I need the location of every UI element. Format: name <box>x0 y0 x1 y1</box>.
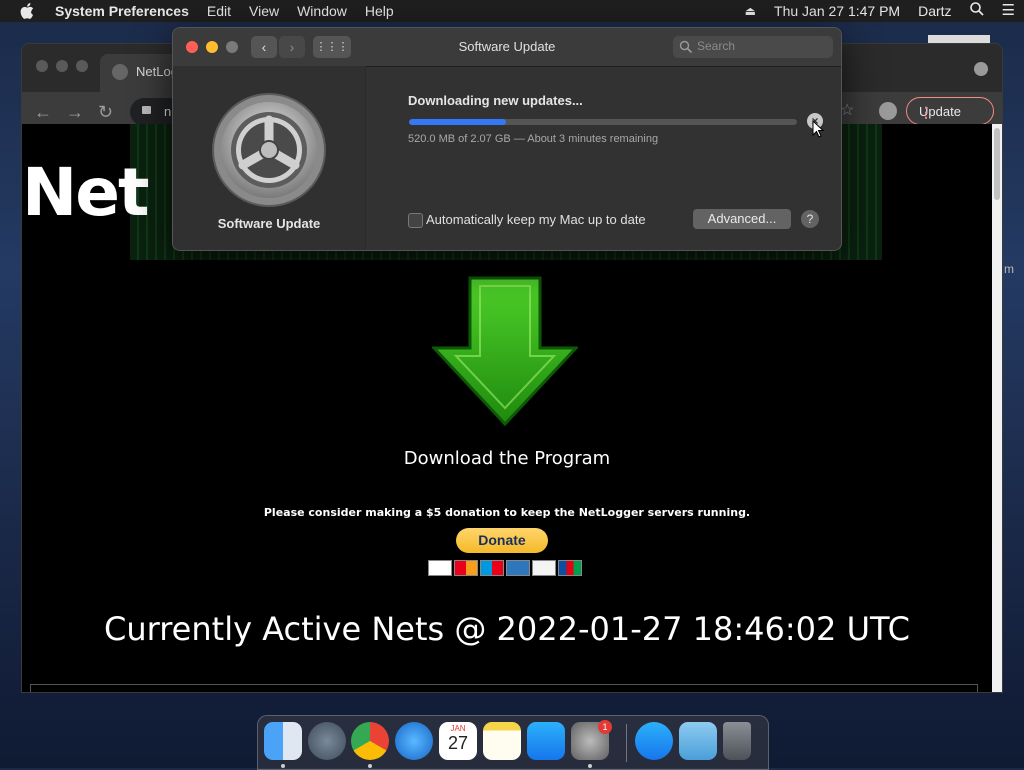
jcb-card-icon <box>558 560 582 576</box>
download-arrow-icon[interactable] <box>432 276 578 426</box>
system-preferences-running-indicator <box>588 764 592 768</box>
amex-card-icon <box>506 560 530 576</box>
address-text: n <box>164 104 172 119</box>
search-placeholder: Search <box>697 39 736 53</box>
minimize-window-button[interactable] <box>56 60 68 72</box>
menu-app-name[interactable]: System Preferences <box>46 0 198 22</box>
search-icon <box>679 40 693 54</box>
advanced-button[interactable]: Advanced... <box>693 209 791 229</box>
auto-update-checkbox[interactable] <box>408 213 423 228</box>
download-program-link[interactable]: Download the Program <box>22 448 992 469</box>
calendar-icon[interactable]: JAN 27 <box>439 722 477 760</box>
donate-button[interactable]: Donate <box>456 528 548 553</box>
scroll-thumb[interactable] <box>994 128 1000 200</box>
chrome-icon[interactable] <box>351 722 389 760</box>
eject-icon[interactable]: ⏏ <box>736 0 765 22</box>
download-progress-bar <box>409 119 797 125</box>
visa-card-icon <box>428 560 452 576</box>
menu-help[interactable]: Help <box>356 0 403 22</box>
software-update-window: ‹ › ⋮⋮⋮ Software Update Search Software … <box>172 27 842 251</box>
active-nets-table <box>30 684 978 692</box>
menu-user[interactable]: Dartz <box>909 0 960 22</box>
active-nets-heading: Currently Active Nets @ 2022-01-27 18:46… <box>104 610 910 648</box>
tab-favicon-icon <box>112 64 128 80</box>
download-detail: 520.0 MB of 2.07 GB — About 3 minutes re… <box>408 133 659 145</box>
safari-icon[interactable] <box>395 722 433 760</box>
bookmark-star-icon[interactable]: ☆ <box>840 101 854 121</box>
mastercard-icon <box>454 560 478 576</box>
downloads-folder-icon[interactable] <box>679 722 717 760</box>
app-store-installer-icon[interactable] <box>635 722 673 760</box>
profile-icon[interactable] <box>879 102 897 120</box>
calendar-day: 27 <box>447 733 469 753</box>
banner-logo: Net <box>22 154 150 231</box>
close-window-button[interactable] <box>36 60 48 72</box>
zoom-window-button[interactable] <box>76 60 88 72</box>
system-preferences-badge: 1 <box>598 720 612 734</box>
launchpad-icon[interactable] <box>308 722 346 760</box>
dock: JAN 27 1 <box>257 715 769 770</box>
trash-icon[interactable] <box>723 722 751 760</box>
menu-view[interactable]: View <box>240 0 288 22</box>
auto-update-label[interactable]: Automatically keep my Mac up to date <box>426 212 646 227</box>
gear-icon <box>212 93 326 207</box>
software-update-sidebar: Software Update <box>173 66 366 250</box>
back-icon[interactable]: ← <box>34 102 52 122</box>
spotlight-search-icon[interactable] <box>961 0 993 22</box>
discover-card-icon <box>532 560 556 576</box>
menu-bar: System Preferences Edit View Window Help… <box>0 0 1024 22</box>
lock-icon <box>142 106 151 114</box>
mouse-cursor-icon <box>812 120 824 138</box>
maestro-card-icon <box>480 560 504 576</box>
menu-clock[interactable]: Thu Jan 27 1:47 PM <box>765 0 909 22</box>
menu-window[interactable]: Window <box>288 0 356 22</box>
page-scrollbar[interactable] <box>992 124 1002 692</box>
progress-fill <box>409 119 506 125</box>
donation-message: Please consider making a $5 donation to … <box>263 506 751 519</box>
payment-cards <box>428 560 582 576</box>
finder-icon[interactable] <box>264 722 302 760</box>
software-update-titlebar: ‹ › ⋮⋮⋮ Software Update Search <box>173 28 841 67</box>
background-text-fragment: m <box>1004 262 1014 276</box>
menu-edit[interactable]: Edit <box>198 0 240 22</box>
apple-menu-icon[interactable] <box>20 3 34 19</box>
more-menu-icon: ⋮ <box>919 104 933 120</box>
forward-icon[interactable]: → <box>66 102 84 122</box>
help-button[interactable]: ? <box>801 210 819 228</box>
finder-running-indicator <box>281 764 285 768</box>
app-store-icon[interactable] <box>527 722 565 760</box>
download-status: Downloading new updates... <box>408 93 583 108</box>
dock-separator <box>626 724 627 762</box>
notes-icon[interactable] <box>483 722 521 760</box>
search-field[interactable]: Search <box>673 36 833 58</box>
reload-icon[interactable]: ↻ <box>98 102 113 122</box>
control-center-icon[interactable]: ☰ <box>993 0 1024 22</box>
software-update-label: Software Update <box>217 216 321 231</box>
tab-search-icon[interactable] <box>974 62 988 76</box>
chrome-running-indicator <box>368 764 372 768</box>
calendar-month: JAN <box>450 724 466 733</box>
chrome-update-button[interactable]: Update ⋮ <box>906 97 994 125</box>
